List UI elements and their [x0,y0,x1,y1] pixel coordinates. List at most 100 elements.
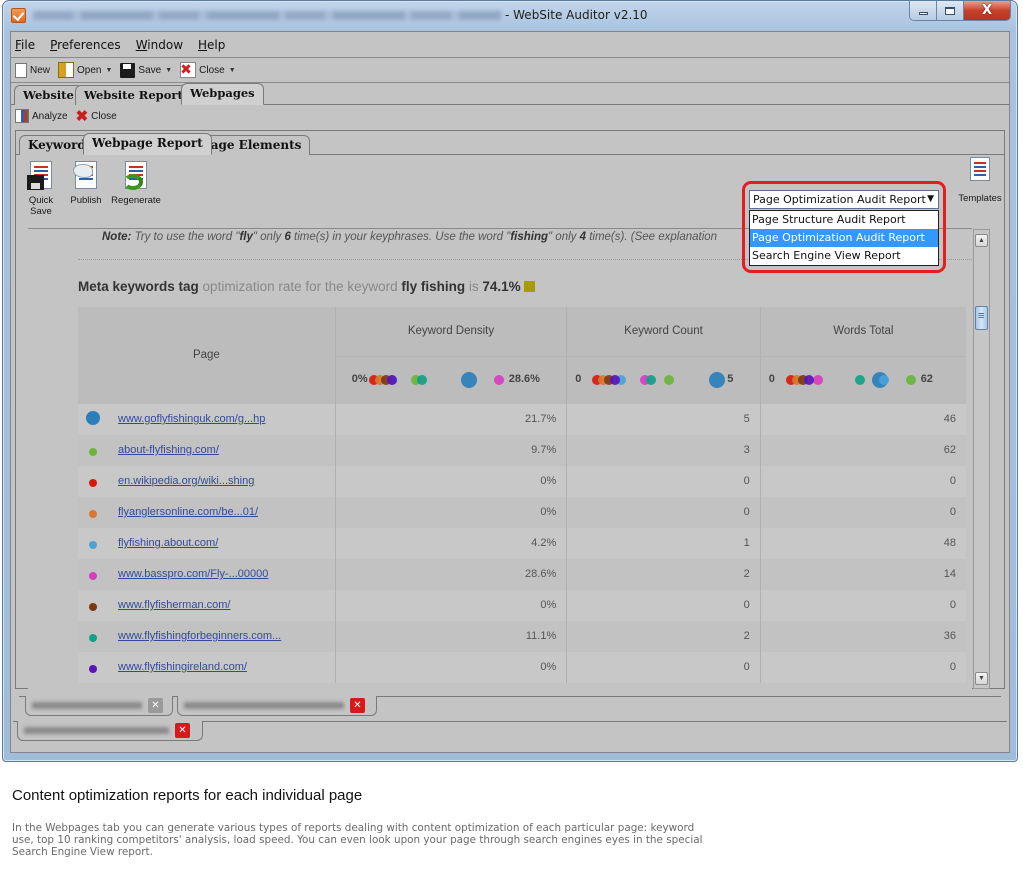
chevron-down-icon: ▼ [927,194,934,204]
page-url-link[interactable]: www.flyfishingforbeginners.com... [118,630,281,642]
report-type-options: Page Structure Audit Report Page Optimiza… [749,210,939,266]
close-window-button[interactable]: X [964,1,1010,20]
scroll-up-arrow-icon[interactable]: ▲ [975,234,988,247]
page-url-link[interactable]: en.wikipedia.org/wiki...shing [118,475,254,487]
chevron-down-icon[interactable]: ▼ [165,67,172,74]
page-url-link[interactable]: www.goflyfishinguk.com/g...hp [118,413,265,425]
main-tabs: Website Website Report Webpages [11,83,1009,105]
keyword-count-cell: 3 [566,434,761,466]
title-bar[interactable]: - WebSite Auditor v2.10 X [3,1,1017,31]
keyword-count-cell: 2 [566,558,761,590]
column-header-page[interactable]: Page [78,307,336,404]
menu-help[interactable]: Help [198,38,225,52]
main-toolbar: New Open▼ Save▼ Close▼ [11,58,1009,83]
maximize-button[interactable] [937,1,964,20]
rate-text: optimization rate for the keyword [198,279,402,294]
page-url-link[interactable]: flyfishing.about.com/ [118,537,218,549]
report-type-select[interactable]: Page Optimization Audit Report ▼ [749,190,939,209]
templates-button[interactable]: Templates [958,157,1002,204]
save-button[interactable]: Save ▼ [120,62,172,78]
redacted-tab-title [32,702,142,709]
competitor-color-dot [89,602,97,611]
menu-file[interactable]: File [15,38,35,52]
table-row: www.flyfisherman.com/0% 0 0 [78,589,966,621]
close-webpage-button[interactable]: ✖ Close [76,107,117,125]
analyze-button[interactable]: Analyze [15,109,68,123]
tab-webpage-report[interactable]: Webpage Report [83,133,212,155]
keyword-density-cell: 0% [334,589,567,621]
keyword-density-cell: 0% [334,651,567,683]
chevron-down-icon[interactable]: ▼ [229,67,236,74]
menu-file-label: ile [21,37,36,52]
scroll-thumb[interactable] [975,306,988,330]
report-type-option[interactable]: Page Structure Audit Report [750,211,938,229]
keyword-density-cell: 9.7% [334,434,567,466]
scroll-down-arrow-icon[interactable]: ▼ [975,672,988,685]
table-row: flyfishing.about.com/4.2% 1 48 [78,527,966,559]
close-tab-icon[interactable]: ✕ [350,698,365,713]
table-row: www.flyfishingireland.com/0% 0 0 [78,651,966,683]
words-total-cell: 48 [759,527,966,559]
words-scale: 0 62 [761,357,966,404]
page-doc-tab[interactable]: ✕ [177,696,377,716]
scale-data-point [709,371,726,388]
tab-website[interactable]: Website [14,85,83,105]
note-text: Try to use the word " [131,231,240,243]
new-button[interactable]: New [15,62,50,78]
report-type-option[interactable]: Search Engine View Report [750,247,938,265]
competitor-color-dot [89,447,97,456]
competitor-color-dot [89,571,97,580]
page-url-link[interactable]: flyanglersonline.com/be...01/ [118,506,258,518]
keyword-density-cell: 11.1% [334,620,567,652]
webpage-subtabs: Keywords Webpage Report Page Elements [16,131,1004,155]
optimization-rate-value: 74.1% [482,279,521,294]
column-header-keyword-count[interactable]: Keyword Count [566,307,761,357]
page-cell: www.goflyfishinguk.com/g...hp [78,403,336,435]
publish-button[interactable]: Publish [68,161,104,206]
table-row: en.wikipedia.org/wiki...shing 0% 0 0 [78,465,966,497]
page-url-link[interactable]: about-flyfishing.com/ [118,444,219,456]
open-label: Open [77,64,102,76]
open-button[interactable]: Open ▼ [58,62,112,78]
quick-save-button[interactable]: Quick Save [18,161,64,217]
project-doc-tab[interactable]: ✕ [17,721,203,741]
page-url-link[interactable]: www.flyfishingireland.com/ [118,661,247,673]
close-tab-icon[interactable]: ✕ [148,698,163,713]
page-url-link[interactable]: www.basspro.com/Fly-...00000 [118,568,268,580]
menu-help-mnemonic: H [198,37,208,52]
column-header-keyword-density[interactable]: Keyword Density [334,307,567,357]
close-tab-icon[interactable]: ✕ [175,723,190,738]
words-total-cell: 62 [759,434,966,466]
keyword-count-cell: 2 [566,620,761,652]
count-scale: 05 [567,357,759,404]
menu-window[interactable]: Window [136,38,183,52]
keyword-density-cell: 4.2% [334,527,567,559]
page-cell: about-flyfishing.com/ [78,434,336,466]
report-type-option[interactable]: Page Optimization Audit Report [750,229,938,247]
menu-preferences[interactable]: Preferences [50,38,121,52]
page-cell: www.flyfishingforbeginners.com... [78,620,336,652]
tab-webpages[interactable]: Webpages [181,83,264,105]
page-doc-tab[interactable]: ✕ [25,696,173,716]
quick-save-label: Quick Save [28,195,54,217]
close-project-button[interactable]: Close ▼ [180,61,236,78]
scale-data-point [803,374,814,385]
report-scrollbar[interactable]: ▲ ▼ [973,229,990,689]
table-row: about-flyfishing.com/9.7% 3 62 [78,434,966,466]
note-text: time(s). (See explanation [586,231,718,243]
column-header-words-total[interactable]: Words Total [759,307,966,357]
menu-bar: File Preferences Window Help [11,32,1009,58]
regenerate-button[interactable]: Regenerate [108,161,164,206]
page-url-link[interactable]: www.flyfisherman.com/ [118,599,230,611]
caption-title: Content optimization reports for each in… [12,787,363,804]
tab-website-report[interactable]: Website Report [75,85,192,105]
scale-data-point [664,374,675,385]
analyze-label: Analyze [32,110,68,122]
minimize-button[interactable] [910,1,937,20]
words-total-cell: 0 [759,651,966,683]
chevron-down-icon[interactable]: ▼ [105,67,112,74]
scale-data-point [460,371,477,388]
redacted-tab-title [184,702,344,709]
publish-label: Publish [70,195,102,206]
keyword-density-cell: 0% [334,465,567,497]
